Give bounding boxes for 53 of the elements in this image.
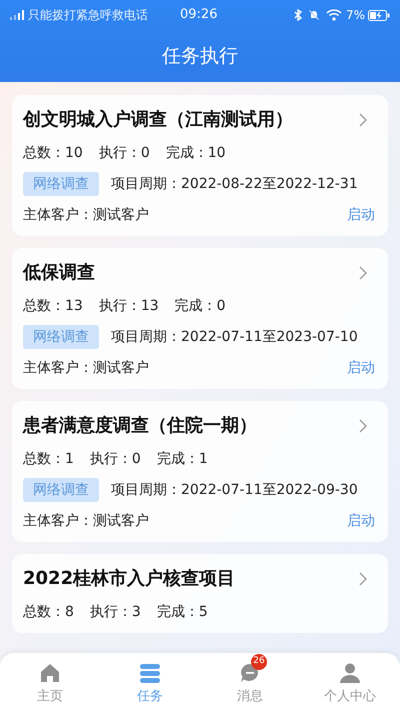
- total-count: 总数：13: [23, 297, 83, 316]
- task-title: 2022桂林市入户核查项目: [23, 567, 236, 591]
- done-count: 完成：5: [156, 603, 208, 622]
- executing-count: 执行：0: [90, 450, 141, 469]
- executing-count: 执行：13: [98, 297, 159, 316]
- chevron-right-icon: [359, 418, 367, 432]
- executing-count: 执行：3: [90, 603, 141, 622]
- chevron-right-icon: [359, 266, 367, 280]
- unread-badge: 26: [251, 654, 267, 670]
- signal-icon: [10, 10, 26, 20]
- status-time: 09:26: [180, 6, 218, 24]
- project-period: 项目周期：2022-07-11至2022-09-30: [111, 481, 358, 500]
- start-link[interactable]: 启动: [347, 205, 375, 225]
- task-card[interactable]: 2022桂林市入户核查项目 总数：8 执行：3 完成：5: [12, 554, 388, 633]
- task-card[interactable]: 低保调查 总数：13 执行：13 完成：0 网络调查 项目周期：2022-07-11至2023-07-10 主体客户：测试客户 启动: [12, 248, 388, 389]
- done-count: 完成：10: [166, 144, 226, 163]
- home-icon: [39, 662, 61, 684]
- list-icon: [139, 662, 161, 684]
- total-count: 总数：10: [23, 144, 83, 163]
- battery-icon: [368, 10, 390, 20]
- person-icon: [339, 662, 361, 684]
- bluetooth-icon: [294, 9, 302, 21]
- task-title: 创文明城入户调查（江南测试用）: [23, 108, 293, 132]
- tab-item[interactable]: 主页: [0, 653, 100, 711]
- type-tag: 网络调查: [23, 172, 99, 196]
- wifi-icon: [326, 9, 342, 21]
- project-period: 项目周期：2022-08-22至2022-12-31: [111, 175, 358, 194]
- tab-item[interactable]: 个人中心: [300, 653, 400, 711]
- client-text: 主体客户：测试客户: [23, 206, 149, 225]
- total-count: 总数：1: [23, 450, 74, 469]
- carrier-text: 只能拨打紧急呼救电话: [28, 7, 148, 24]
- page-title: 任务执行: [162, 44, 238, 69]
- type-tag: 网络调查: [23, 325, 99, 349]
- total-count: 总数：8: [23, 603, 74, 622]
- muted-bell-icon: [308, 9, 320, 21]
- tab-item[interactable]: 26 消息: [200, 653, 300, 711]
- chevron-right-icon: [359, 112, 367, 126]
- task-title: 低保调查: [23, 261, 95, 285]
- client-text: 主体客户：测试客户: [23, 359, 149, 378]
- tab-item[interactable]: 任务: [100, 653, 200, 711]
- task-card[interactable]: 患者满意度调查（住院一期） 总数：1 执行：0 完成：1 网络调查 项目周期：2022-07-11至2022-09-30 主体客户：测试客户 启动: [12, 401, 388, 542]
- type-tag: 网络调查: [23, 478, 99, 502]
- start-link[interactable]: 启动: [347, 358, 375, 378]
- client-text: 主体客户：测试客户: [23, 512, 149, 531]
- done-count: 完成：1: [156, 450, 208, 469]
- project-period: 项目周期：2022-07-11至2023-07-10: [111, 328, 358, 347]
- chevron-right-icon: [359, 572, 367, 586]
- executing-count: 执行：0: [98, 144, 150, 163]
- task-title: 患者满意度调查（住院一期）: [23, 414, 257, 438]
- done-count: 完成：0: [174, 297, 226, 316]
- battery-percent: 7%: [346, 7, 365, 24]
- task-card[interactable]: 创文明城入户调查（江南测试用） 总数：10 执行：0 完成：10 网络调查 项目周期：2022-08-22至2022-12-31 主体客户：测试客户 启动: [12, 95, 388, 236]
- start-link[interactable]: 启动: [347, 511, 375, 531]
